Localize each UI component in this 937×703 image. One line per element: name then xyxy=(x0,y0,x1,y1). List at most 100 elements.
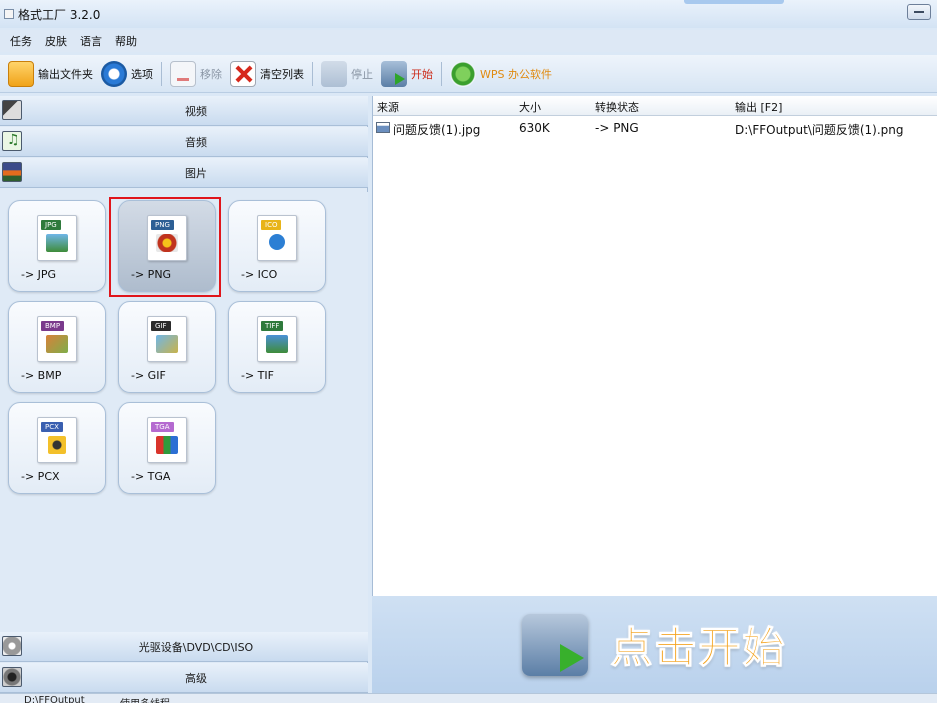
stop-label: 停止 xyxy=(351,67,373,81)
row-status: -> PNG xyxy=(595,121,639,135)
column-output[interactable]: 输出 [F2] xyxy=(735,99,782,115)
stop-button[interactable]: 停止 xyxy=(321,59,373,89)
format-tile-jpg[interactable]: JPG -> JPG xyxy=(8,200,106,292)
category-disc[interactable]: 光驱设备\DVD\CD\ISO xyxy=(0,632,368,662)
category-advanced-label: 高级 xyxy=(185,671,207,685)
gear-icon xyxy=(101,60,127,87)
row-source: 问题反馈(1).jpg xyxy=(393,123,481,137)
remove-label: 移除 xyxy=(200,67,222,81)
table-row[interactable]: 问题反馈(1).jpg 630K -> PNG D:\FFOutput\问题反馈… xyxy=(373,118,937,138)
shapes-icon xyxy=(156,436,178,454)
status-output-path: D:\FFOutput xyxy=(24,695,85,703)
music-note-icon xyxy=(2,131,22,151)
start-button[interactable]: 开始 xyxy=(381,59,433,89)
category-video[interactable]: 视频 xyxy=(0,96,368,126)
pcx-file-icon: PCX xyxy=(37,417,77,463)
ico-file-icon: ICO xyxy=(257,215,297,261)
menu-task[interactable]: 任务 xyxy=(10,33,32,49)
window-title: 格式工厂 3.2.0 xyxy=(18,7,101,22)
image-file-icon xyxy=(376,122,390,133)
menu-language[interactable]: 语言 xyxy=(80,33,102,49)
column-source[interactable]: 来源 xyxy=(377,99,399,115)
start-label: 开始 xyxy=(411,67,433,81)
options-button[interactable]: 选项 xyxy=(101,59,153,89)
output-folder-button[interactable]: 输出文件夹 xyxy=(8,59,93,89)
column-size[interactable]: 大小 xyxy=(519,99,541,115)
task-list[interactable]: 来源 大小 转换状态 输出 [F2] 问题反馈(1).jpg 630K -> P… xyxy=(372,96,937,596)
format-tag: ICO xyxy=(261,220,282,230)
disc-icon xyxy=(2,636,22,656)
status-bar: D:\FFOutput 使用多线程 xyxy=(0,693,937,703)
format-tile-bmp[interactable]: BMP -> BMP xyxy=(8,301,106,393)
landscape-icon xyxy=(46,234,68,252)
start-icon xyxy=(381,60,407,87)
category-advanced[interactable]: 高级 xyxy=(0,663,368,693)
clear-list-button[interactable]: 清空列表 xyxy=(230,59,304,89)
menu-help[interactable]: 帮助 xyxy=(115,33,137,49)
gear-icon xyxy=(48,436,66,454)
clear-list-label: 清空列表 xyxy=(260,67,304,81)
format-tile-ico[interactable]: ICO -> ICO xyxy=(228,200,326,292)
toolbar-divider xyxy=(161,61,162,86)
start-icon xyxy=(522,613,589,676)
format-tag: TIFF xyxy=(261,321,284,331)
landscape-icon xyxy=(156,335,178,353)
remove-button[interactable]: 移除 xyxy=(170,59,222,89)
selection-highlight xyxy=(109,197,221,297)
format-label: -> PCX xyxy=(21,470,60,483)
app-icon xyxy=(4,9,14,19)
format-label: -> JPG xyxy=(21,268,57,281)
row-output: D:\FFOutput\问题反馈(1).png xyxy=(735,123,904,137)
gif-file-icon: GIF xyxy=(147,316,187,362)
menu-skin[interactable]: 皮肤 xyxy=(45,33,67,49)
minimize-icon xyxy=(914,11,924,13)
tga-file-icon: TGA xyxy=(147,417,187,463)
stop-icon xyxy=(321,60,347,87)
format-tag: PCX xyxy=(41,422,63,432)
toolbar-divider xyxy=(441,61,442,86)
status-multithread: 使用多线程 xyxy=(120,695,170,703)
category-disc-label: 光驱设备\DVD\CD\ISO xyxy=(138,640,254,654)
category-picture-label: 图片 xyxy=(185,166,207,180)
app-window: 格式工厂 3.2.0 任务 皮肤 语言 帮助 输出文件夹 选项 移除 清空列表 xyxy=(0,0,937,703)
title-bar: 格式工厂 3.2.0 xyxy=(0,0,937,28)
paint-icon xyxy=(46,335,68,353)
column-status[interactable]: 转换状态 xyxy=(595,99,639,115)
landscape-icon xyxy=(266,335,288,353)
wps-label: WPS 办公软件 xyxy=(480,67,552,81)
format-tile-tif[interactable]: TIFF -> TIF xyxy=(228,301,326,393)
format-tile-pcx[interactable]: PCX -> PCX xyxy=(8,402,106,494)
toolbar-divider xyxy=(312,61,313,86)
format-label: -> GIF xyxy=(131,369,166,382)
wps-icon xyxy=(450,60,476,87)
format-tile-tga[interactable]: TGA -> TGA xyxy=(118,402,216,494)
format-label: -> TGA xyxy=(131,470,171,483)
format-label: -> ICO xyxy=(241,268,278,281)
title-highlight xyxy=(684,0,784,4)
category-picture[interactable]: 图片 xyxy=(0,158,368,188)
picture-icon xyxy=(2,162,22,182)
category-audio[interactable]: 音频 xyxy=(0,127,368,157)
clear-icon xyxy=(230,60,256,87)
wps-button[interactable]: WPS 办公软件 xyxy=(450,59,552,89)
output-folder-label: 输出文件夹 xyxy=(38,67,93,81)
category-panel: 视频 音频 图片 JPG -> JPG PNG -> P xyxy=(0,96,368,693)
video-icon xyxy=(2,100,22,120)
format-label: -> BMP xyxy=(21,369,62,382)
folder-icon xyxy=(8,60,34,87)
start-banner-text: 点击开始 xyxy=(610,623,787,673)
menu-bar: 任务 皮肤 语言 帮助 xyxy=(0,30,937,52)
info-icon xyxy=(269,234,285,250)
format-label: -> TIF xyxy=(241,369,274,382)
category-audio-label: 音频 xyxy=(185,135,207,149)
format-tag: GIF xyxy=(151,321,171,331)
remove-icon xyxy=(170,60,196,87)
toolbar: 输出文件夹 选项 移除 清空列表 停止 开始 WPS 办公软件 xyxy=(0,55,937,93)
list-header: 来源 大小 转换状态 输出 [F2] xyxy=(373,96,937,116)
start-banner[interactable]: 点击开始 xyxy=(372,596,937,693)
minimize-button[interactable] xyxy=(907,4,931,20)
jpg-file-icon: JPG xyxy=(37,215,77,261)
format-tag: TGA xyxy=(151,422,174,432)
format-tile-gif[interactable]: GIF -> GIF xyxy=(118,301,216,393)
reel-icon xyxy=(2,667,22,687)
